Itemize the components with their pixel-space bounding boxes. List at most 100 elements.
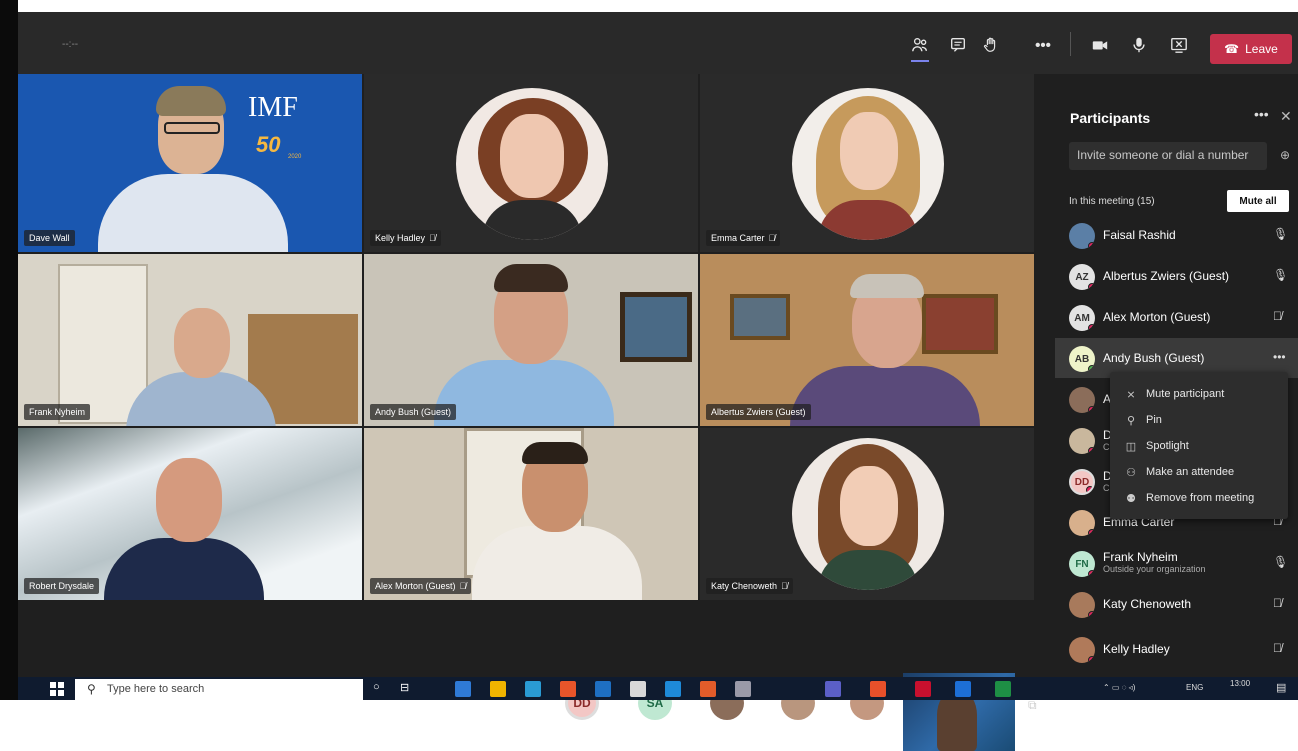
chrome-app-icon[interactable] xyxy=(560,681,576,697)
video-tile-alex-morton[interactable]: Alex Morton (Guest) 🎙̸ xyxy=(364,428,698,600)
microphone-icon xyxy=(1133,37,1145,53)
share-invite-icon[interactable]: ⊕ xyxy=(1280,148,1290,162)
name-tag: Kelly Hadley 🎙̸ xyxy=(370,230,441,246)
share-screen-button[interactable] xyxy=(1164,30,1194,60)
more-options-icon[interactable]: ••• xyxy=(1273,350,1286,364)
raise-hand-button[interactable] xyxy=(976,30,1006,60)
mute-all-button[interactable]: Mute all xyxy=(1227,190,1289,212)
ie-app-icon[interactable] xyxy=(665,681,681,697)
office-app-icon[interactable] xyxy=(870,681,886,697)
menu-item-spotlight[interactable]: ◫ Spotlight xyxy=(1124,433,1284,459)
word-app-icon[interactable] xyxy=(955,681,971,697)
avatar-body xyxy=(482,200,582,240)
avatar-initials: AZ xyxy=(1075,271,1089,283)
avatar: AZ xyxy=(1069,264,1095,290)
participant-name: Katy Chenoweth xyxy=(711,581,778,591)
status-dot xyxy=(1088,529,1095,536)
clock[interactable]: 13:00 xyxy=(1230,679,1250,688)
leave-button[interactable]: ☎ Leave xyxy=(1210,34,1292,64)
video-tile-andy-bush[interactable]: Andy Bush (Guest) xyxy=(364,254,698,426)
panel-close-button[interactable]: ✕ xyxy=(1280,108,1292,125)
name-tag: Albertus Zwiers (Guest) xyxy=(706,404,811,420)
panel-title: Participants xyxy=(1070,110,1151,126)
menu-item-pin[interactable]: ⚲ Pin xyxy=(1124,407,1284,433)
menu-item-mute-participant[interactable]: ⨯ Mute participant xyxy=(1124,381,1284,407)
background-painting xyxy=(620,292,692,362)
teams-app-icon[interactable] xyxy=(825,681,841,697)
participant-row[interactable]: FN Frank Nyheim Outside your organizatio… xyxy=(1055,543,1298,583)
participant-row[interactable]: AZ Albertus Zwiers (Guest) 🎙 xyxy=(1055,256,1298,296)
attendee-icon: ⚇ xyxy=(1126,466,1136,479)
excel-app-icon[interactable] xyxy=(995,681,1011,697)
person-body xyxy=(472,526,642,600)
participant-row[interactable]: Faisal Rashid 🎙 xyxy=(1055,215,1298,255)
menu-item-make-attendee[interactable]: ⚇ Make an attendee xyxy=(1124,459,1284,485)
menu-item-remove[interactable]: ⚉ Remove from meeting xyxy=(1124,485,1284,511)
pin-icon: ⚲ xyxy=(1126,414,1136,427)
participant-row[interactable]: AM Alex Morton (Guest) 🎙̸ xyxy=(1055,297,1298,337)
more-actions-button[interactable]: ••• xyxy=(1028,30,1058,60)
video-tile-kelly-hadley[interactable]: Kelly Hadley 🎙̸ xyxy=(364,74,698,252)
participant-row[interactable]: Kelly Hadley 🎙̸ xyxy=(1055,629,1298,669)
cortana-icon[interactable]: ○ xyxy=(373,681,389,697)
avatar: DD xyxy=(1069,469,1095,495)
background-painting xyxy=(730,294,790,340)
video-tile-robert-drysdale[interactable]: Robert Drysdale xyxy=(18,428,362,600)
mic-off-icon: 🎙̸ xyxy=(459,581,467,591)
chat-button[interactable] xyxy=(943,30,973,60)
participant-row[interactable]: Katy Chenoweth 🎙̸ xyxy=(1055,584,1298,624)
task-view-icon[interactable]: ⊟ xyxy=(400,681,416,697)
person-body xyxy=(790,366,980,426)
video-tile-frank-nyheim[interactable]: Frank Nyheim xyxy=(18,254,362,426)
html-editor-app-icon[interactable] xyxy=(700,681,716,697)
chat-icon xyxy=(951,38,965,52)
participant-subtitle: Outside your organization xyxy=(1103,564,1206,574)
meeting-toolbar: --:-- ••• ☎ Leave xyxy=(18,12,1298,74)
status-dot xyxy=(1088,570,1095,577)
explorer-app-icon[interactable] xyxy=(455,681,471,697)
avatar xyxy=(1069,592,1095,618)
status-dot xyxy=(1088,656,1095,663)
invite-input[interactable]: Invite someone or dial a number xyxy=(1069,142,1267,170)
notifications-icon[interactable]: ▤ xyxy=(1276,681,1286,694)
video-tile-emma-carter[interactable]: Emma Carter 🎙̸ xyxy=(700,74,1034,252)
avatar xyxy=(456,88,608,240)
video-tile-albertus-zwiers[interactable]: Albertus Zwiers (Guest) xyxy=(700,254,1034,426)
taskbar-search-input[interactable]: ⚲ Type here to search xyxy=(75,679,363,700)
name-tag: Robert Drysdale xyxy=(24,578,100,594)
language-indicator[interactable]: ENG xyxy=(1186,683,1203,692)
sign-year: 50 xyxy=(256,132,281,157)
paint-app-icon[interactable] xyxy=(735,681,751,697)
avatar xyxy=(1069,510,1095,536)
status-dot xyxy=(1086,486,1093,493)
avatar-face xyxy=(840,466,898,546)
folder-app-icon[interactable] xyxy=(490,681,506,697)
participant-name: Kelly Hadley xyxy=(1103,642,1170,656)
camera-button[interactable] xyxy=(1085,30,1115,60)
microphone-button[interactable] xyxy=(1124,30,1154,60)
status-dot xyxy=(1088,283,1095,290)
participant-name: Alex Morton (Guest) xyxy=(375,581,456,591)
name-tag: Emma Carter 🎙̸ xyxy=(706,230,781,246)
store-app-icon[interactable] xyxy=(630,681,646,697)
panel-more-button[interactable]: ••• xyxy=(1254,106,1269,122)
acrobat-app-icon[interactable] xyxy=(915,681,931,697)
outlook-app-icon[interactable] xyxy=(595,681,611,697)
avatar: AM xyxy=(1069,305,1095,331)
name-tag: Katy Chenoweth 🎙̸ xyxy=(706,578,793,594)
video-tile-katy-chenoweth[interactable]: Katy Chenoweth 🎙̸ xyxy=(700,428,1034,600)
name-tag: Alex Morton (Guest) 🎙̸ xyxy=(370,578,472,594)
windows-start-icon[interactable] xyxy=(50,682,64,696)
edge-app-icon[interactable] xyxy=(525,681,541,697)
windows-taskbar: ⚲ Type here to search ○ ⊟ ⌃ ▭ ◌ ◃) ENG 1… xyxy=(18,677,1298,700)
participant-name: Kelly Hadley xyxy=(375,233,426,243)
participant-name: Emma Carter xyxy=(711,233,765,243)
participant-name: Alex Morton (Guest) xyxy=(1103,310,1211,324)
status-dot xyxy=(1088,242,1095,249)
mic-icon: 🎙 xyxy=(1273,227,1289,241)
leave-label: Leave xyxy=(1245,42,1278,56)
tray-icons[interactable]: ⌃ ▭ ◌ ◃) xyxy=(1103,683,1135,692)
video-tile-dave-wall[interactable]: IMF 50 2020 Dave Wall xyxy=(18,74,362,252)
participants-button[interactable] xyxy=(905,30,935,62)
expand-video-icon[interactable]: ⧉ xyxy=(1028,698,1037,713)
